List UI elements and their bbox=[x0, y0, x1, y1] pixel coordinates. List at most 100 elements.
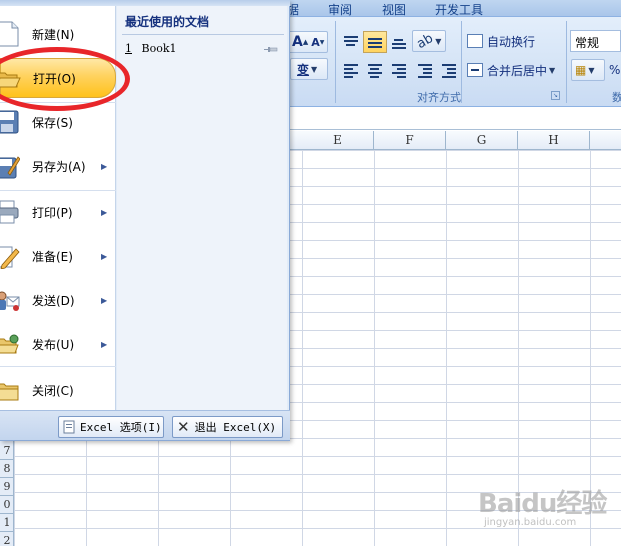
menu-item-send[interactable]: 发送(D) ▶ bbox=[0, 280, 116, 320]
align-bottom-button[interactable] bbox=[387, 31, 409, 53]
menu-item-label: 另存为(A) bbox=[32, 159, 86, 174]
excel-options-label: Excel 选项(I) bbox=[80, 421, 162, 434]
increase-indent-icon bbox=[442, 64, 456, 78]
menu-item-close[interactable]: 关闭(C) bbox=[0, 370, 116, 410]
menu-item-publish[interactable]: 发布(U) ▶ bbox=[0, 324, 116, 364]
menu-item-print[interactable]: 打印(P) ▶ bbox=[0, 192, 116, 232]
align-center-icon bbox=[368, 64, 382, 78]
printer-icon bbox=[0, 200, 19, 224]
save-disk-icon bbox=[0, 110, 19, 134]
menu-item-open[interactable]: 打开(O) bbox=[0, 58, 116, 98]
align-right-button[interactable] bbox=[387, 59, 409, 81]
phonetic-glyph: 变 bbox=[297, 62, 310, 77]
number-format-value: 常规 bbox=[575, 36, 600, 50]
align-top-button[interactable] bbox=[339, 31, 361, 53]
align-middle-button[interactable] bbox=[363, 31, 387, 53]
row-header[interactable]: 2 bbox=[0, 532, 14, 546]
merge-cells-icon bbox=[467, 63, 483, 77]
excel-options-button[interactable]: Excel 选项(I) bbox=[58, 416, 164, 438]
row-header[interactable]: 9 bbox=[0, 478, 14, 496]
tab-review[interactable]: 审阅 bbox=[328, 1, 352, 18]
row-header[interactable]: 8 bbox=[0, 460, 14, 478]
orientation-button[interactable]: ab ▼ bbox=[412, 30, 446, 52]
submenu-arrow-icon: ▶ bbox=[101, 161, 108, 171]
merge-center-button[interactable]: 合并后居中 ▼ bbox=[466, 59, 562, 81]
menu-item-label: 发布(U) bbox=[32, 337, 75, 352]
align-left-icon bbox=[344, 64, 358, 78]
merge-center-label: 合并后居中 bbox=[487, 63, 548, 78]
menu-command-list: 新建(N) 打开(O) 保存(S) 另存为(A) ▶ 打印(P) ▶ 准备(E)… bbox=[0, 6, 116, 410]
menu-item-save[interactable]: 保存(S) bbox=[0, 102, 116, 142]
watermark-subtext: jingyan.baidu.com bbox=[484, 517, 577, 528]
menu-item-label: 关闭(C) bbox=[32, 383, 74, 398]
publish-folder-icon bbox=[0, 334, 19, 354]
new-document-icon bbox=[0, 21, 19, 47]
recent-documents-title: 最近使用的文档 bbox=[125, 15, 210, 29]
wrap-text-label: 自动换行 bbox=[487, 34, 536, 49]
decrease-indent-icon bbox=[418, 64, 432, 78]
office-button-menu: 新建(N) 打开(O) 保存(S) 另存为(A) ▶ 打印(P) ▶ 准备(E)… bbox=[0, 0, 290, 441]
number-format-select[interactable]: 常规 bbox=[570, 30, 621, 52]
menu-item-label: 保存(S) bbox=[32, 115, 73, 130]
menu-item-save-as[interactable]: 另存为(A) ▶ bbox=[0, 146, 116, 186]
increase-indent-button[interactable] bbox=[437, 59, 459, 81]
percent-symbol: % bbox=[609, 63, 621, 77]
align-middle-icon bbox=[368, 36, 382, 48]
menu-item-label: 打开(O) bbox=[33, 71, 76, 86]
chevron-down-icon: ▼ bbox=[435, 36, 442, 46]
exit-excel-label: 退出 Excel(X) bbox=[194, 421, 277, 434]
send-icon bbox=[0, 291, 20, 311]
alignment-group-label: 对齐方式 bbox=[417, 91, 461, 104]
column-header-g[interactable]: G bbox=[446, 131, 518, 150]
submenu-arrow-icon: ▶ bbox=[101, 207, 108, 217]
recent-documents-panel: 最近使用的文档 1 Book1 bbox=[117, 6, 287, 410]
grow-font-button[interactable]: A bbox=[292, 34, 303, 50]
row-header[interactable]: 7 bbox=[0, 442, 14, 460]
row-header[interactable]: 1 bbox=[0, 514, 14, 532]
save-as-icon bbox=[0, 156, 20, 179]
exit-excel-button[interactable]: ✕ 退出 Excel(X) bbox=[172, 416, 283, 438]
submenu-arrow-icon: ▶ bbox=[101, 251, 108, 261]
recent-item-index: 1 bbox=[125, 42, 132, 55]
menu-item-new[interactable]: 新建(N) bbox=[0, 14, 116, 54]
column-header-f[interactable]: F bbox=[374, 131, 446, 150]
options-document-icon bbox=[63, 420, 75, 434]
shrink-font-button[interactable]: A bbox=[311, 36, 320, 49]
accounting-format-button[interactable]: ▦ ▼ bbox=[571, 59, 605, 81]
submenu-arrow-icon: ▶ bbox=[101, 295, 108, 305]
tab-view[interactable]: 视图 bbox=[382, 1, 406, 18]
font-size-buttons: A ▲ A ▼ bbox=[288, 31, 328, 53]
submenu-arrow-icon: ▶ bbox=[101, 339, 108, 349]
menu-item-label: 发送(D) bbox=[32, 293, 75, 308]
align-left-button[interactable] bbox=[339, 59, 361, 81]
chevron-down-icon: ▼ bbox=[549, 65, 556, 75]
wrap-text-icon bbox=[467, 34, 483, 48]
pin-icon[interactable] bbox=[264, 46, 278, 53]
close-x-icon: ✕ bbox=[177, 418, 190, 436]
align-bottom-icon bbox=[392, 36, 406, 49]
align-center-button[interactable] bbox=[363, 59, 385, 81]
recent-item-name: Book1 bbox=[141, 42, 177, 55]
watermark-logo: Baidu经验 bbox=[478, 489, 607, 519]
menu-item-label: 新建(N) bbox=[32, 27, 75, 42]
align-right-icon bbox=[392, 64, 406, 78]
wrap-text-button[interactable]: 自动换行 bbox=[466, 30, 556, 52]
recent-document-item[interactable]: 1 Book1 bbox=[125, 42, 280, 58]
orientation-icon: ab bbox=[414, 30, 436, 52]
tab-developer[interactable]: 开发工具 bbox=[435, 1, 483, 18]
decrease-indent-button[interactable] bbox=[413, 59, 435, 81]
number-group-label: 数 bbox=[612, 91, 621, 104]
divider bbox=[122, 34, 284, 35]
alignment-dialog-launcher-icon[interactable]: ↘ bbox=[551, 91, 560, 100]
percent-style-button[interactable]: % bbox=[608, 59, 621, 81]
chevron-down-icon: ▼ bbox=[311, 64, 318, 74]
column-header-e[interactable]: E bbox=[302, 131, 374, 150]
align-top-icon bbox=[344, 36, 358, 48]
chevron-down-icon: ▼ bbox=[588, 65, 595, 75]
phonetic-guide-button[interactable]: 变 ▼ bbox=[290, 58, 328, 80]
column-header-h[interactable]: H bbox=[518, 131, 590, 150]
menu-item-prepare[interactable]: 准备(E) ▶ bbox=[0, 236, 116, 276]
baidu-watermark: Baidu经验 jingyan.baidu.com bbox=[478, 483, 618, 543]
row-header[interactable]: 0 bbox=[0, 496, 14, 514]
menu-item-label: 打印(P) bbox=[32, 205, 73, 220]
